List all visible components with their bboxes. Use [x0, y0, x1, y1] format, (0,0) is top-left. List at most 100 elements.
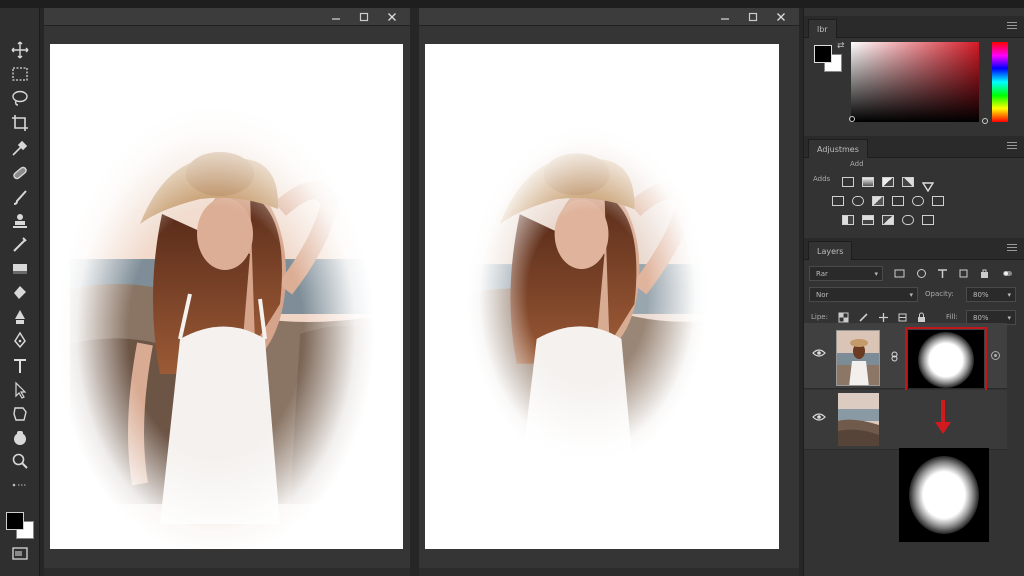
hue-slider[interactable]	[992, 42, 1008, 122]
lock-all-icon[interactable]	[915, 311, 927, 323]
color-panel-tab[interactable]: lbr	[808, 19, 837, 38]
blend-mode-dropdown[interactable]: Nor ▾	[809, 287, 918, 302]
healing-brush-tool-icon[interactable]	[8, 163, 32, 183]
mask-highlight-frame	[905, 327, 987, 395]
adjustments-panel-tab[interactable]: Adjustmes	[808, 139, 868, 158]
brightness-contrast-icon[interactable]	[842, 177, 854, 187]
lock-image-pixels-icon[interactable]	[857, 311, 869, 323]
arrow-down-icon	[935, 400, 951, 434]
close-button[interactable]	[380, 9, 404, 24]
document-window-original	[44, 8, 410, 576]
mask-preview-enlarged	[899, 448, 989, 542]
more-tools-icon[interactable]	[8, 478, 32, 492]
filter-adjustment-icon[interactable]	[915, 267, 927, 279]
opacity-input[interactable]: 80% ▾	[966, 287, 1016, 302]
photo-filter-icon[interactable]	[892, 196, 904, 206]
color-spectrum-field[interactable]	[851, 42, 979, 122]
minimize-button[interactable]	[713, 9, 737, 24]
document-canvas[interactable]	[50, 44, 403, 549]
panel-menu-icon[interactable]	[1007, 22, 1017, 30]
crop-tool-icon[interactable]	[8, 113, 32, 133]
maximize-button[interactable]	[741, 9, 765, 24]
mask-link-icon[interactable]	[888, 350, 900, 362]
document-titlebar	[44, 8, 410, 26]
layer-thumbnail-background[interactable]	[838, 393, 879, 446]
blend-mode-value: Nor	[816, 291, 829, 299]
layers-panel-tabbar: Layers	[804, 238, 1024, 260]
fill-value: 80%	[973, 314, 989, 322]
maximize-button[interactable]	[352, 9, 376, 24]
eraser-tool-icon[interactable]	[8, 258, 32, 278]
photo-woman-beach-masked	[425, 44, 778, 549]
paint-bucket-tool-icon[interactable]	[8, 283, 32, 303]
filter-type-icon[interactable]	[936, 267, 948, 279]
gradient-map-icon[interactable]	[902, 215, 914, 225]
move-tool-icon[interactable]	[8, 40, 32, 60]
adjustments-panel-tabbar: Adjustmes	[804, 136, 1024, 158]
exposure-icon[interactable]	[902, 177, 914, 187]
adjustments-subtitle: Add	[850, 160, 864, 168]
hue-slider-handle[interactable]	[982, 118, 988, 124]
clone-stamp-tool-icon[interactable]	[8, 211, 32, 231]
layer-thumbnail-woman[interactable]	[836, 330, 880, 386]
horizontal-scrollbar[interactable]	[44, 568, 410, 576]
levels-icon[interactable]	[862, 177, 874, 187]
color-balance-icon[interactable]	[852, 196, 864, 206]
close-button[interactable]	[769, 9, 793, 24]
curves-icon[interactable]	[882, 177, 894, 187]
history-brush-tool-icon[interactable]	[8, 234, 32, 254]
layer-kind-filter-value: Rar	[816, 270, 828, 278]
selective-color-icon[interactable]	[922, 215, 934, 225]
pen-tool-icon[interactable]	[8, 330, 32, 350]
foreground-color-swatch[interactable]	[6, 512, 24, 530]
hand-tool-icon[interactable]	[8, 428, 32, 448]
black-white-icon[interactable]	[872, 196, 884, 206]
foreground-color-swatch[interactable]	[814, 45, 832, 63]
color-panel-tabbar: lbr	[804, 16, 1024, 38]
layer-effects-icon[interactable]	[989, 349, 1001, 361]
layer-row-woman[interactable]	[804, 323, 1007, 395]
lock-position-icon[interactable]	[877, 311, 889, 323]
filter-smart-object-icon[interactable]	[978, 267, 990, 279]
adjustments-panel: Adjustmes Add Adds	[804, 136, 1024, 240]
document-canvas[interactable]	[425, 44, 779, 549]
dodge-tool-icon[interactable]	[8, 307, 32, 327]
filter-shape-icon[interactable]	[957, 267, 969, 279]
shape-tool-icon[interactable]	[8, 404, 32, 424]
layer-row-background[interactable]	[804, 390, 1007, 450]
marquee-tool-icon[interactable]	[8, 64, 32, 84]
menu-strip	[0, 0, 1024, 8]
color-panel: lbr ⇄	[804, 8, 1024, 128]
brush-tool-icon[interactable]	[8, 187, 32, 207]
panel-menu-icon[interactable]	[1007, 142, 1017, 150]
layer-kind-filter-dropdown[interactable]: Rar ▾	[809, 266, 883, 281]
threshold-icon[interactable]	[882, 215, 894, 225]
lock-transparent-pixels-icon[interactable]	[837, 311, 849, 323]
eye-visibility-icon[interactable]	[812, 348, 826, 358]
eye-visibility-icon[interactable]	[812, 412, 826, 422]
channel-mixer-icon[interactable]	[912, 196, 924, 206]
path-selection-tool-icon[interactable]	[8, 380, 32, 400]
lock-artboard-icon[interactable]	[896, 311, 908, 323]
layers-panel-tab[interactable]: Layers	[808, 241, 853, 260]
color-picker-handle[interactable]	[849, 116, 855, 122]
panel-menu-icon[interactable]	[1007, 244, 1017, 252]
zoom-tool-icon[interactable]	[8, 451, 32, 471]
opacity-label: Opacity:	[925, 290, 954, 298]
horizontal-scrollbar[interactable]	[419, 568, 799, 576]
vibrance-icon[interactable]	[921, 177, 935, 193]
invert-icon[interactable]	[842, 215, 854, 225]
filter-pixel-icon[interactable]	[893, 267, 905, 279]
lasso-tool-icon[interactable]	[8, 88, 32, 108]
posterize-icon[interactable]	[862, 215, 874, 225]
type-tool-icon[interactable]	[8, 356, 32, 376]
screen-mode-icon[interactable]	[8, 544, 32, 564]
swap-colors-icon[interactable]: ⇄	[837, 41, 845, 51]
eyedropper-tool-icon[interactable]	[8, 138, 32, 158]
minimize-button[interactable]	[324, 9, 348, 24]
photo-woman-beach-vignette	[50, 44, 403, 549]
tools-toolbar	[0, 8, 40, 576]
hue-saturation-icon[interactable]	[832, 196, 844, 206]
filter-toggle-icon[interactable]	[1001, 267, 1013, 279]
color-lookup-icon[interactable]	[932, 196, 944, 206]
